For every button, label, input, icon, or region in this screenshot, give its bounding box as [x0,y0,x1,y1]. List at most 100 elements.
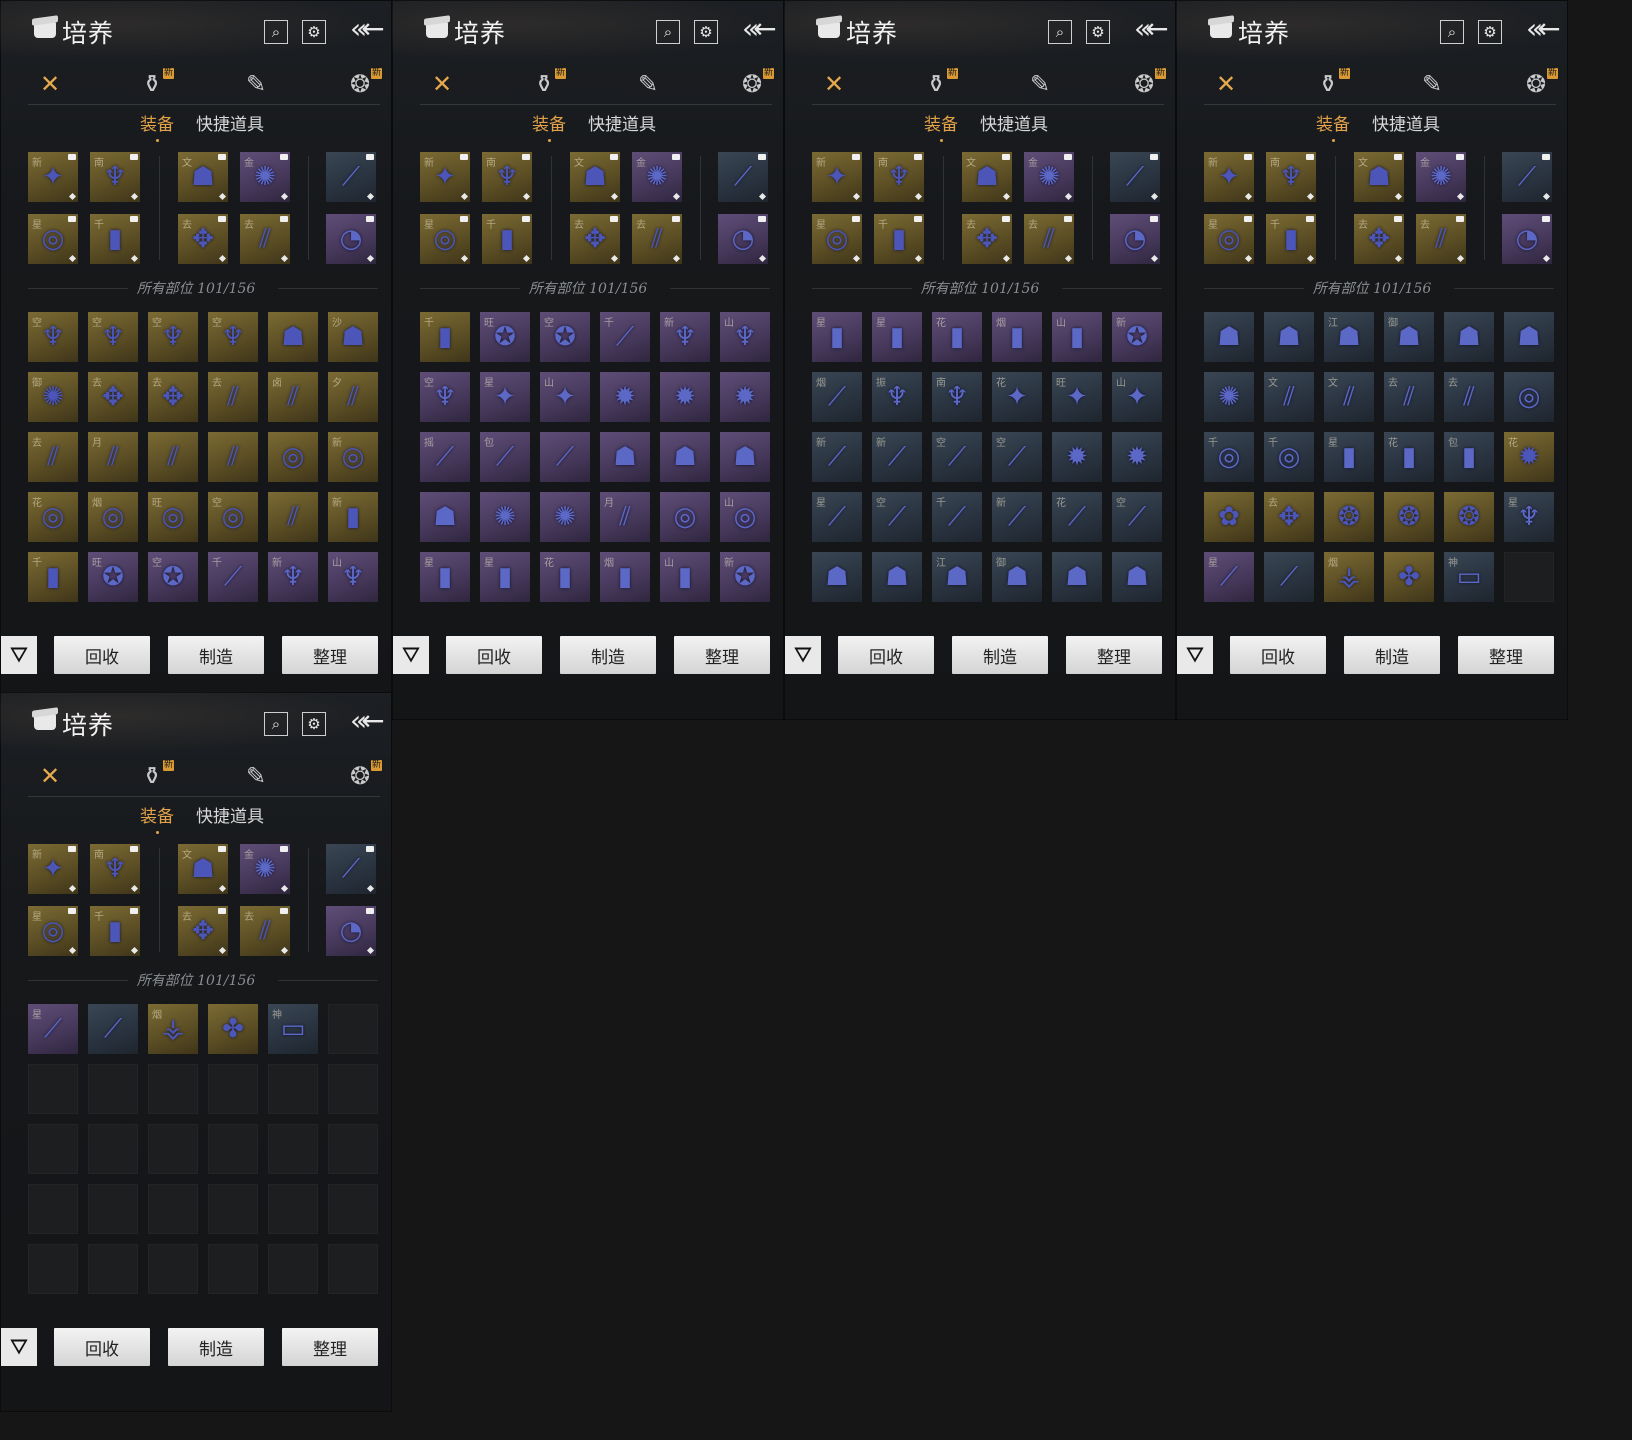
inventory-item[interactable]: ⫽ 文 [1324,372,1374,422]
category-coin-icon[interactable]: ❂ 新 [340,760,382,792]
inventory-item[interactable]: ◎ 山 [720,492,770,542]
craft-button[interactable]: 制造 [168,1328,264,1366]
inventory-item[interactable]: ⚶ 烟 [1324,552,1374,602]
category-pouch-icon[interactable]: ⚱ 新 [524,68,566,100]
inventory-item[interactable]: ☗ 沙 [328,312,378,362]
equipped-slot[interactable]: ⫽ 去 [240,906,290,956]
inventory-item[interactable]: ✤ [1384,552,1434,602]
search-icon[interactable]: ⌕ [1440,20,1464,44]
inventory-item[interactable]: ⟋ 空 [932,432,982,482]
inventory-item[interactable]: ❂ [1324,492,1374,542]
settings-gear-icon[interactable]: ⚙ [1478,20,1502,44]
inventory-item[interactable]: ✥ 去 [148,372,198,422]
settings-gear-icon[interactable]: ⚙ [302,20,326,44]
craft-button[interactable]: 制造 [560,636,656,674]
tab-quick-items[interactable]: 快捷道具 [980,110,1048,135]
recycle-button[interactable]: 回收 [54,1328,150,1366]
inventory-item[interactable]: ◎ 烟 [88,492,138,542]
tab-quick-items[interactable]: 快捷道具 [1372,110,1440,135]
sort-button[interactable]: 整理 [282,636,378,674]
equipped-slot[interactable]: ✦ 新 [812,152,862,202]
inventory-item[interactable]: ☗ [872,552,922,602]
inventory-item[interactable]: ⫽ 文 [1264,372,1314,422]
search-icon[interactable]: ⌕ [656,20,680,44]
inventory-item[interactable]: ⫽ 月 [600,492,650,542]
inventory-item[interactable]: ✪ 新 [720,552,770,602]
equipped-slot[interactable]: ⫽ 去 [1024,214,1074,264]
inventory-item[interactable]: ☗ [1504,312,1554,362]
tab-quick-items[interactable]: 快捷道具 [196,110,264,135]
equipped-slot[interactable]: ◔ [326,906,376,956]
equipped-slot[interactable]: ▮ 千 [90,906,140,956]
inventory-item[interactable]: ⟋ 空 [992,432,1042,482]
equipped-slot[interactable]: ♆ 南 [874,152,924,202]
inventory-item[interactable]: ▮ 千 [420,312,470,362]
equipped-slot[interactable]: ⫽ 去 [632,214,682,264]
equipped-slot[interactable]: ✦ 新 [28,844,78,894]
inventory-item[interactable]: ◎ [660,492,710,542]
equipped-slot[interactable]: ◔ [326,214,376,264]
inventory-item[interactable]: ✦ 山 [1112,372,1162,422]
inventory-item[interactable]: ✦ 旺 [1052,372,1102,422]
inventory-item[interactable]: ♆ 空 [28,312,78,362]
category-crossed-swords-icon[interactable]: ✕ [30,68,70,100]
inventory-item[interactable]: ♆ 空 [420,372,470,422]
craft-button[interactable]: 制造 [952,636,1048,674]
inventory-item[interactable]: ▮ 山 [660,552,710,602]
category-crossed-swords-icon[interactable]: ✕ [1206,68,1246,100]
inventory-item[interactable]: ☗ [1444,312,1494,362]
equipped-slot[interactable]: ⟋ [326,844,376,894]
inventory-item[interactable]: ⟋ 摇 [420,432,470,482]
craft-button[interactable]: 制造 [168,636,264,674]
equipped-slot[interactable]: ♆ 南 [90,844,140,894]
inventory-item[interactable]: ⟋ 星 [812,492,862,542]
back-arrow-icon[interactable]: «← [1526,12,1561,45]
sort-button[interactable]: 整理 [674,636,770,674]
inventory-item[interactable]: ☗ [268,312,318,362]
inventory-item[interactable]: ☗ [1052,552,1102,602]
equipped-slot[interactable]: ✥ 去 [962,214,1012,264]
inventory-item[interactable]: ⟋ 空 [872,492,922,542]
inventory-item[interactable]: ♆ 山 [328,552,378,602]
equipped-slot[interactable]: ⟋ [326,152,376,202]
category-coin-icon[interactable]: ❂ 新 [340,68,382,100]
inventory-item[interactable]: ⫽ 去 [28,432,78,482]
equipped-slot[interactable]: ◎ 星 [812,214,862,264]
inventory-item[interactable]: ❂ [1384,492,1434,542]
inventory-item[interactable]: ✥ 去 [88,372,138,422]
equipped-slot[interactable]: ✺ 金 [632,152,682,202]
inventory-item[interactable]: ☗ 江 [932,552,982,602]
sort-button[interactable]: 整理 [1066,636,1162,674]
inventory-item[interactable]: ⫽ 卤 [268,372,318,422]
category-pouch-icon[interactable]: ⚱ 新 [132,760,174,792]
inventory-item[interactable]: ✪ 空 [540,312,590,362]
inventory-item[interactable]: ♆ 山 [720,312,770,362]
inventory-item[interactable]: ⟋ 新 [992,492,1042,542]
inventory-item[interactable]: ✦ 花 [992,372,1042,422]
inventory-item[interactable]: ✦ 星 [480,372,530,422]
inventory-item[interactable]: ⟋ 千 [208,552,258,602]
inventory-item[interactable]: ☗ 御 [992,552,1042,602]
inventory-item[interactable]: ⫽ [268,492,318,542]
filter-icon[interactable]: ⛛ [1,636,37,674]
inventory-item[interactable]: ☗ [812,552,862,602]
inventory-item[interactable]: ♆ 振 [872,372,922,422]
inventory-item[interactable]: ☗ [1112,552,1162,602]
inventory-item[interactable]: ⫽ 夕 [328,372,378,422]
inventory-item[interactable]: ⟋ 花 [1052,492,1102,542]
equipped-slot[interactable]: ◔ [1502,214,1552,264]
inventory-item[interactable]: ✪ 旺 [480,312,530,362]
filter-icon[interactable]: ⛛ [1,1328,37,1366]
search-icon[interactable]: ⌕ [1048,20,1072,44]
inventory-item[interactable]: ✤ [208,1004,258,1054]
inventory-item[interactable]: ⟋ 星 [1204,552,1254,602]
equipped-slot[interactable]: ✥ 去 [178,214,228,264]
inventory-item[interactable]: ⟋ [1264,552,1314,602]
equipped-slot[interactable]: ♆ 南 [1266,152,1316,202]
inventory-item[interactable]: ▮ 花 [540,552,590,602]
inventory-item[interactable]: ⟋ 新 [812,432,862,482]
recycle-button[interactable]: 回收 [1230,636,1326,674]
inventory-item[interactable]: ✺ 御 [28,372,78,422]
recycle-button[interactable]: 回收 [838,636,934,674]
equipped-slot[interactable]: ☗ 文 [1354,152,1404,202]
